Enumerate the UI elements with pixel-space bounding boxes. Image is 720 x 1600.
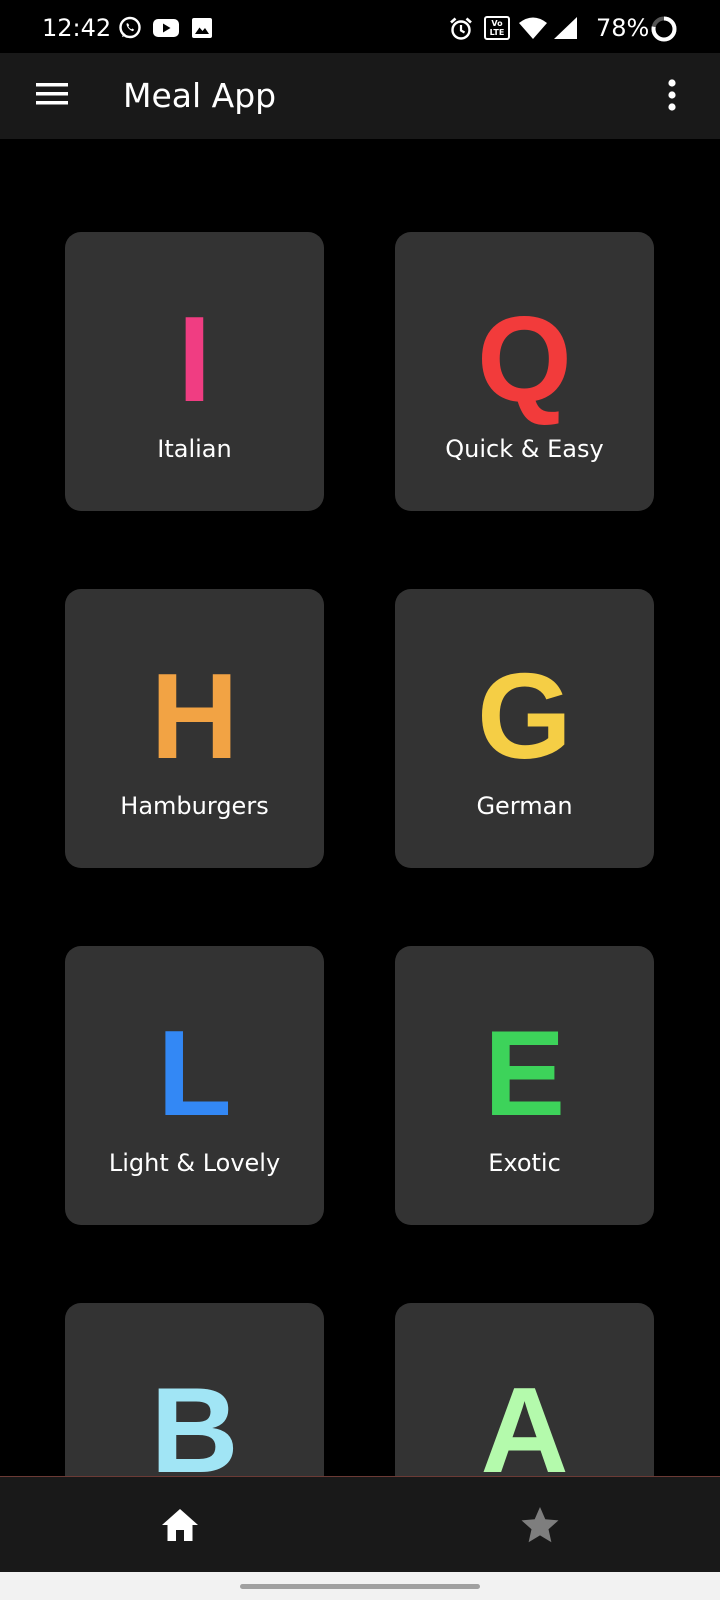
category-label: Italian <box>157 435 232 463</box>
bottom-navigation <box>0 1476 720 1572</box>
youtube-icon <box>152 16 180 44</box>
nav-favorites-button[interactable] <box>360 1477 720 1572</box>
category-tile-exotic[interactable]: E Exotic <box>395 946 654 1225</box>
home-icon <box>162 1508 198 1541</box>
category-tile-german[interactable]: G German <box>395 589 654 868</box>
category-letter: G <box>477 648 572 784</box>
category-tile-hamburgers[interactable]: H Hamburgers <box>65 589 324 868</box>
star-icon <box>521 1506 559 1542</box>
app-title: Meal App <box>123 76 277 115</box>
category-grid: I Italian Q Quick & Easy H Hamburgers G … <box>0 139 720 1477</box>
category-letter: H <box>150 648 239 784</box>
system-gesture-bar <box>0 1572 720 1600</box>
category-tile-b[interactable]: B <box>65 1303 324 1477</box>
category-letter: E <box>483 1005 566 1141</box>
alarm-icon <box>448 16 474 46</box>
battery-percent: 78% <box>596 14 650 42</box>
category-tile-light-lovely[interactable]: L Light & Lovely <box>65 946 324 1225</box>
battery-ring-icon <box>650 15 678 47</box>
svg-text:LTE: LTE <box>490 28 505 37</box>
svg-text:Vo: Vo <box>491 19 503 28</box>
category-tile-a[interactable]: A <box>395 1303 654 1477</box>
signal-icon <box>552 16 580 44</box>
status-time: 12:42 <box>42 14 112 42</box>
whatsapp-icon <box>118 16 142 44</box>
category-letter: A <box>480 1362 569 1477</box>
category-letter: L <box>157 1005 232 1141</box>
more-options-button[interactable] <box>652 75 692 119</box>
app-bar: Meal App <box>0 53 720 139</box>
hamburger-menu-button[interactable] <box>30 79 74 115</box>
wifi-icon <box>518 16 548 44</box>
category-label: Hamburgers <box>120 792 269 820</box>
volte-icon: Vo LTE <box>484 16 510 44</box>
hamburger-menu-icon <box>36 83 68 105</box>
category-label: Light & Lovely <box>108 1149 281 1177</box>
gesture-handle[interactable] <box>240 1584 480 1589</box>
nav-home-button[interactable] <box>0 1477 360 1572</box>
category-letter: I <box>177 291 212 427</box>
more-vert-icon <box>668 79 676 111</box>
category-label: Exotic <box>488 1149 561 1177</box>
category-label: Quick & Easy <box>445 435 604 463</box>
status-bar: 12:42 Vo LTE 78% <box>0 0 720 53</box>
category-letter: Q <box>477 291 572 427</box>
category-tile-italian[interactable]: I Italian <box>65 232 324 511</box>
category-letter: B <box>150 1362 239 1477</box>
gallery-icon <box>190 16 214 44</box>
category-label: German <box>476 792 573 820</box>
category-tile-quick-easy[interactable]: Q Quick & Easy <box>395 232 654 511</box>
